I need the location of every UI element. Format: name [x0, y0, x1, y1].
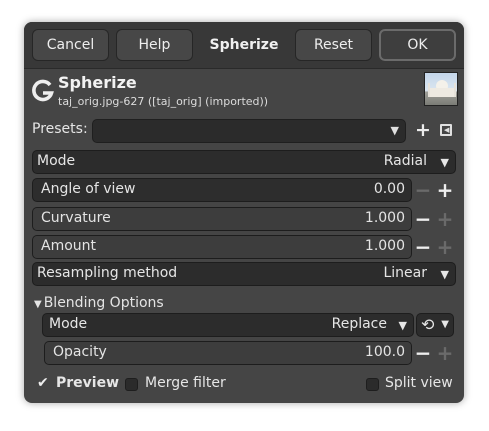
angle-decrement-minus-icon[interactable]: −	[413, 178, 433, 202]
cancel-button[interactable]: Cancel	[32, 29, 109, 61]
curvature-label: Curvature	[41, 210, 111, 226]
blend-mode-label: Mode	[49, 316, 88, 332]
composite-mode-icon: ⟲	[421, 315, 435, 334]
merge-filter-checkbox[interactable]	[125, 378, 138, 391]
chevron-down-icon: ▼	[440, 156, 449, 169]
mode-label: Mode	[37, 153, 76, 169]
dialog-title: Spherize	[209, 37, 279, 53]
blend-mode-combo[interactable]: Mode Replace ▼	[42, 313, 414, 337]
blending-options-label: Blending Options	[43, 295, 164, 311]
chevron-down-icon: ▼	[398, 319, 407, 332]
blending-options-expander[interactable]: ▼ Blending Options	[34, 295, 164, 311]
plugin-title: Spherize	[58, 73, 137, 92]
plugin-subtitle: taj_orig.jpg-627 ([taj_orig] (imported))	[58, 95, 269, 108]
amount-decrement-minus-icon[interactable]: −	[413, 235, 433, 259]
chevron-down-icon: ▼	[440, 268, 449, 281]
expander-triangle-icon: ▼	[34, 299, 42, 310]
angle-increment-plus-icon[interactable]: +	[435, 178, 455, 202]
composite-mode-button[interactable]: ⟲ ▼	[416, 313, 454, 337]
presets-combo[interactable]: ▼	[92, 119, 406, 143]
amount-label: Amount	[41, 238, 97, 254]
chevron-down-icon: ▼	[441, 319, 449, 330]
preview-label: Preview	[56, 375, 120, 391]
amount-value: 1.000	[364, 238, 405, 254]
mode-value: Radial	[383, 153, 427, 169]
curvature-spinscale[interactable]: Curvature 1.000	[32, 207, 412, 231]
angle-of-view-label: Angle of view	[41, 181, 136, 197]
amount-spinscale[interactable]: Amount 1.000	[32, 235, 412, 259]
preset-menu-icon[interactable]: ◀	[440, 124, 452, 136]
ok-button[interactable]: OK	[379, 29, 456, 61]
spherize-dialog: Cancel Help Spherize Reset OK Spherize t…	[24, 22, 464, 403]
resampling-value: Linear	[383, 265, 427, 281]
help-button[interactable]: Help	[116, 29, 193, 61]
image-thumbnail	[424, 72, 458, 106]
opacity-spinscale[interactable]: Opacity 100.0	[44, 341, 412, 365]
presets-label: Presets:	[32, 121, 88, 137]
add-preset-plus-icon[interactable]: +	[415, 119, 431, 141]
header-bar: Cancel Help Spherize Reset OK	[24, 22, 464, 69]
opacity-label: Opacity	[53, 344, 107, 360]
split-view-label: Split view	[385, 375, 453, 391]
opacity-decrement-minus-icon[interactable]: −	[413, 341, 433, 365]
curvature-decrement-minus-icon[interactable]: −	[413, 207, 433, 231]
blend-mode-value: Replace	[331, 316, 387, 332]
angle-of-view-value: 0.00	[373, 181, 405, 197]
resampling-method-combo[interactable]: Resampling method Linear ▼	[32, 262, 456, 286]
mode-combo[interactable]: Mode Radial ▼	[32, 150, 456, 174]
curvature-increment-plus-icon[interactable]: +	[435, 207, 455, 231]
split-view-checkbox[interactable]	[366, 378, 379, 391]
curvature-value: 1.000	[364, 210, 405, 226]
angle-of-view-spinscale[interactable]: Angle of view 0.00	[32, 178, 412, 202]
gegl-logo-icon	[30, 78, 56, 104]
resampling-label: Resampling method	[37, 265, 178, 281]
reset-button[interactable]: Reset	[295, 29, 372, 61]
chevron-down-icon: ▼	[390, 124, 399, 137]
merge-filter-label: Merge filter	[145, 375, 226, 391]
amount-increment-plus-icon[interactable]: +	[435, 235, 455, 259]
opacity-increment-plus-icon[interactable]: +	[435, 341, 455, 365]
preview-checkbox-check-icon[interactable]: ✔	[37, 375, 49, 391]
opacity-value: 100.0	[364, 344, 405, 360]
